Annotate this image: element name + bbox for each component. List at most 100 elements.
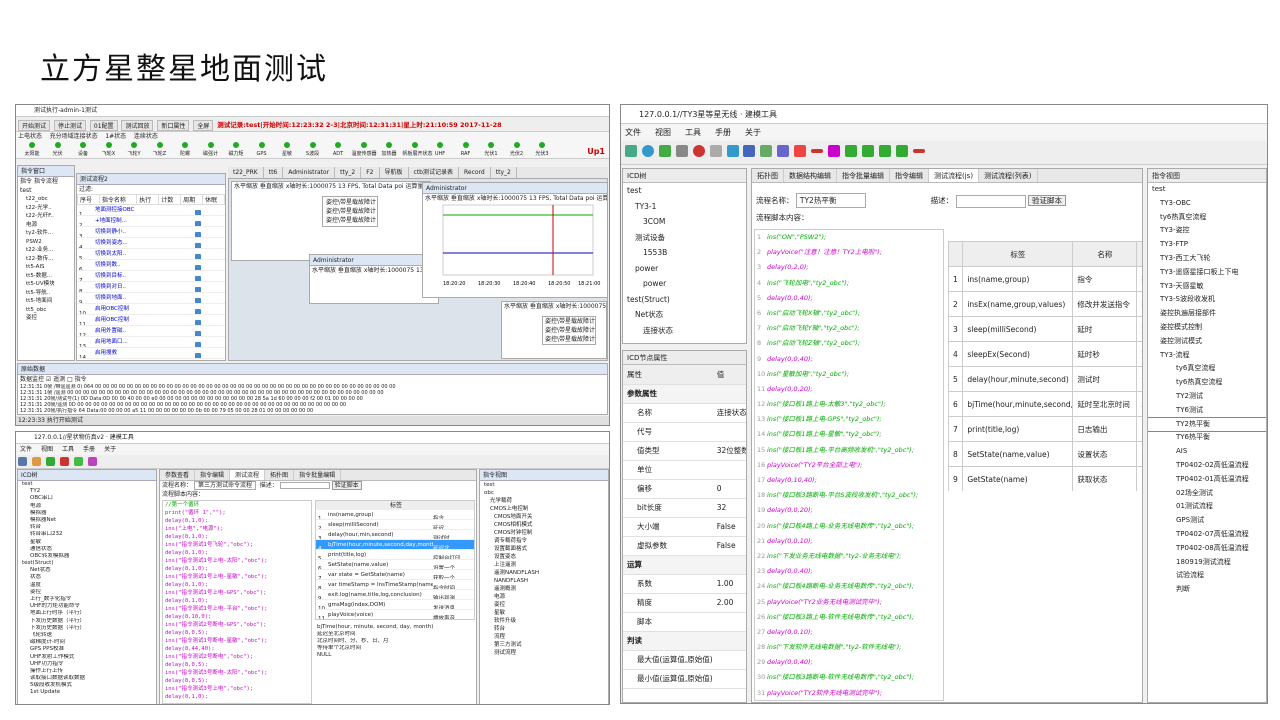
icd-tree-item[interactable]: test(Struct) — [623, 292, 746, 308]
function-row[interactable]: 7var state = GetState(name)获取一个 — [316, 570, 474, 580]
command-tree-item[interactable]: CMOS上电控制 — [480, 505, 608, 513]
stop-icon[interactable] — [692, 145, 705, 157]
tree-item[interactable]: t22-光纤F.. — [18, 212, 74, 221]
flow-name-input[interactable]: 第三方测试命令流程 — [193, 481, 256, 490]
tree-item[interactable]: ty2-软件... — [18, 229, 74, 238]
editor-tab[interactable]: 指令编辑 — [890, 169, 929, 182]
verify-script-button[interactable]: 验证脚本 — [331, 481, 362, 490]
command-tree-item[interactable]: TY3-西工大飞轮 — [1148, 252, 1266, 266]
state-tab-cont[interactable]: 连续状态 — [134, 133, 158, 140]
function-row[interactable]: 2insEx(name,group,values)修改并发送指令输入指令 — [948, 291, 1142, 317]
command-tree-item[interactable]: 上注遥测 — [480, 561, 608, 569]
icd-tree-item[interactable]: 地面上行时序（平行） — [18, 610, 156, 617]
tree-item[interactable]: PSW2 — [18, 238, 74, 247]
p-icon[interactable] — [794, 145, 807, 157]
command-tree-item[interactable]: TP0402-07高低温流程 — [1148, 528, 1266, 542]
fullscreen-button[interactable]: 全屏 — [193, 120, 214, 131]
prop-row[interactable]: 判读 — [623, 631, 746, 651]
command-tree-item[interactable]: ty6热真空流程 — [1148, 211, 1266, 225]
open-icon[interactable] — [31, 457, 41, 466]
stop-test-button[interactable]: 停止测试 — [53, 120, 86, 131]
menu-item[interactable]: 文件 — [20, 446, 32, 453]
b-icon[interactable] — [828, 145, 841, 157]
tree-item[interactable]: tt5-AIS — [18, 263, 74, 272]
tree-item[interactable]: tt5_obc — [18, 306, 74, 315]
command-tree-item[interactable]: TY3-S波段收发机 — [1148, 293, 1266, 307]
icd-tree-item[interactable]: 下发历史数据（平行） — [18, 618, 156, 625]
function-row[interactable]: 4bjTime(hour,minute,second,day,month)延迟北… — [316, 540, 474, 550]
icd-tree-item[interactable]: OBC串口 — [18, 495, 156, 502]
command-tree-item[interactable]: TY3-OBC — [1148, 197, 1266, 211]
doc-tab[interactable]: F2 — [361, 167, 380, 178]
flow-row[interactable]: 8切换到对日.. — [77, 282, 225, 293]
check-icon[interactable] — [658, 145, 671, 157]
command-tree-item[interactable]: 遥测NANDFLASH — [480, 569, 608, 577]
prop-row[interactable]: 虚拟参数 False — [623, 536, 746, 556]
command-tree-item[interactable]: TY3-遥感星接口板上下电 — [1148, 266, 1266, 280]
icd-tree-item[interactable]: 测试设备 — [623, 230, 746, 246]
editor-tab[interactable]: 测试流程 — [230, 470, 266, 480]
tree-item[interactable]: t22_obc — [18, 195, 74, 204]
icd-tree-item[interactable]: 上行_数字化指令 — [18, 596, 156, 603]
command-tree-item[interactable]: 姿控 — [480, 601, 608, 609]
icd-tree-item[interactable]: 操作上行上传 — [18, 668, 156, 675]
prop-row[interactable]: 最小值(运算值,原始值) — [623, 669, 746, 689]
editor-tab[interactable]: 参数查看 — [160, 470, 196, 480]
tree-item[interactable]: tt5-数据... — [18, 272, 74, 281]
prop-row[interactable]: 单位 — [623, 460, 746, 480]
icd-tree-item[interactable]: 状态 — [18, 574, 156, 581]
flow-row[interactable]: 10启用OBC控制 — [77, 304, 225, 315]
icd-tree-item[interactable]: 1st Update — [18, 689, 156, 696]
icd-tree-item[interactable]: TY2 — [18, 488, 156, 495]
command-tree-item[interactable]: 02场全测试 — [1148, 487, 1266, 501]
menu-item[interactable]: 视图 — [655, 128, 671, 137]
icd-tree-item[interactable]: GPS PPS校准 — [18, 646, 156, 653]
list-icon[interactable] — [777, 145, 790, 157]
command-tree-item[interactable]: TY3-FTP — [1148, 238, 1266, 252]
command-tree-item[interactable]: TP0402-08高低温流程 — [1148, 542, 1266, 556]
function-row[interactable]: 6bjTime(hour,minute,second,day,month)延时至… — [948, 391, 1142, 417]
flow-name-input[interactable]: TY2热平衡 — [795, 193, 866, 208]
function-row[interactable]: 4sleepEx(Second)延时秒延时秒 — [948, 341, 1142, 367]
function-row[interactable]: 5delay(hour,minute,second)测试时测试时 — [948, 366, 1142, 392]
prop-row[interactable]: bit长度 32 — [623, 498, 746, 518]
flow-row[interactable]: 13启用地面口... — [77, 337, 225, 348]
script-editor[interactable]: 1 ins("ON","PSW2"); 2 playVoice("注意！注意！TY2上… — [754, 229, 944, 701]
raw-data-filter[interactable]: 数据监控 ☑ 遥测 □ 指令 — [18, 375, 607, 384]
add-icon[interactable] — [844, 145, 857, 157]
icd-tree-item[interactable]: 连接状态 — [623, 323, 746, 339]
stop-icon[interactable] — [59, 457, 69, 466]
flow-row[interactable]: 11启用OBC控制 — [77, 315, 225, 326]
function-row[interactable]: 8var timeStamp = InsTimeStamp(name)指令时间 — [316, 580, 474, 590]
icd-tree-item[interactable]: TY3-1 — [623, 199, 746, 215]
function-row[interactable]: 3delay(hour,min,second)测试时 — [316, 530, 474, 540]
function-row[interactable]: 5print(title,log)控制台打印 — [316, 550, 474, 560]
command-tree-item[interactable]: 流程 — [480, 633, 608, 641]
function-row[interactable]: 6SetState(name,value)设置一个 — [316, 560, 474, 570]
icd-tree-item[interactable]: Net状态 — [18, 567, 156, 574]
command-tree-item[interactable]: CMOS相机模式 — [480, 521, 608, 529]
refresh-icon[interactable] — [726, 145, 739, 157]
icd-tree-item[interactable]: 转台 — [18, 524, 156, 531]
prop-row[interactable]: 精度 2.00 — [623, 593, 746, 613]
tool-icon[interactable] — [760, 145, 773, 157]
remove-icon[interactable] — [87, 457, 97, 466]
command-tree-item[interactable]: 第三方测试 — [480, 641, 608, 649]
flow-row[interactable]: 1地面测控接OBC — [77, 205, 225, 216]
port-props-button[interactable]: 新口属性 — [157, 120, 190, 131]
tree-item[interactable]: 姿控 — [18, 314, 74, 323]
icd-tree-item[interactable]: OBC转发模拟器 — [18, 553, 156, 560]
icd-tree-item[interactable]: 通信状态 — [18, 546, 156, 553]
editor-tab[interactable]: 指令编辑 — [195, 470, 231, 480]
icd-tree-item[interactable]: UHF功力指令 — [18, 661, 156, 668]
tab-commands[interactable]: 指令 — [20, 178, 32, 185]
icd-tree-item[interactable]: test(Struct) — [18, 560, 156, 567]
command-tree-item[interactable]: 姿控执遍层接部件 — [1148, 307, 1266, 321]
menu-item[interactable]: 工具 — [685, 128, 701, 137]
tree-item[interactable]: t22-光学.. — [18, 204, 74, 213]
tab-command-flow[interactable]: 指令流程 — [34, 178, 58, 185]
function-row[interactable]: 9GetState(name)获取状态名称 — [948, 466, 1142, 491]
prop-row[interactable]: 名称 连接状态 — [623, 403, 746, 423]
prop-row[interactable]: 系数 1.00 — [623, 574, 746, 594]
command-tree-item[interactable]: 调专载荷指令 — [480, 537, 608, 545]
